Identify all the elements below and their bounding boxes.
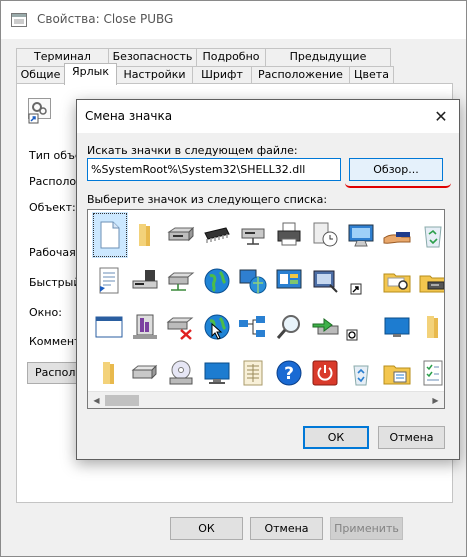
- folder-search-icon[interactable]: [380, 258, 416, 304]
- folder-small-icon[interactable]: [92, 350, 128, 396]
- network-drive-icon[interactable]: [236, 212, 272, 258]
- computer-icon[interactable]: [200, 350, 236, 396]
- browse-button[interactable]: Обзор...: [349, 158, 443, 181]
- shortcut-overlay-icon[interactable]: [308, 258, 344, 304]
- tab-previous-versions[interactable]: Предыдущие версии: [265, 48, 391, 79]
- shutdown-icon[interactable]: [308, 350, 344, 396]
- file-label: Искать значки в следующем файле:: [87, 144, 298, 157]
- console-app-icon: [11, 13, 27, 27]
- recycle-bin-icon[interactable]: [416, 212, 444, 258]
- tab-font[interactable]: Шрифт: [192, 66, 252, 84]
- change-icon-dialog: Смена значка ✕ Искать значки в следующем…: [76, 99, 460, 460]
- red-highlight-underline: [345, 183, 451, 188]
- network-hdd-icon[interactable]: [164, 258, 200, 304]
- floppy-drive-icon[interactable]: [164, 212, 200, 258]
- network-icon[interactable]: [236, 304, 272, 350]
- checklist-icon[interactable]: [416, 350, 444, 396]
- recycle-bin-small-icon[interactable]: [344, 350, 380, 396]
- properties-ok-button[interactable]: ОК: [170, 517, 243, 540]
- tab-colors[interactable]: Цвета: [349, 66, 394, 84]
- disconnected-drive-icon[interactable]: [164, 304, 200, 350]
- tab-details[interactable]: Подробно: [196, 48, 266, 66]
- comment-label: Коммент: [29, 335, 81, 348]
- network-clock-icon[interactable]: [308, 212, 344, 258]
- file-grid-icon[interactable]: [236, 350, 272, 396]
- icon-file-path-input[interactable]: %SystemRoot%\System32\SHELL32.dll: [87, 158, 341, 181]
- folder-open-icon[interactable]: [416, 304, 444, 350]
- cd-drive-icon[interactable]: [164, 350, 200, 396]
- tab-shortcut[interactable]: Ярлык: [64, 63, 117, 85]
- globe-cursor-icon[interactable]: [200, 304, 236, 350]
- tab-options[interactable]: Настройки: [116, 66, 193, 84]
- tab-security[interactable]: Безопасность: [108, 48, 197, 66]
- dialog-ok-button[interactable]: ОК: [303, 426, 369, 449]
- scroll-right-icon[interactable]: ▶: [427, 392, 444, 408]
- control-panel-icon[interactable]: [272, 258, 308, 304]
- tab-layout[interactable]: Расположение: [251, 66, 350, 84]
- properties-cancel-button[interactable]: Отмена: [250, 517, 323, 540]
- scroll-left-icon[interactable]: ◀: [88, 392, 105, 408]
- memory-chip-icon[interactable]: [200, 212, 236, 258]
- close-icon[interactable]: ✕: [423, 100, 459, 133]
- blank-screen-icon[interactable]: [380, 304, 416, 350]
- scrollbar-thumb[interactable]: [105, 395, 139, 406]
- printer-icon[interactable]: [272, 212, 308, 258]
- dialog-cancel-button[interactable]: Отмена: [378, 426, 445, 449]
- type-label: Тип объе: [29, 149, 82, 162]
- dialog-titlebar: Смена значка ✕: [77, 100, 459, 133]
- window-label: Окно:: [29, 306, 62, 319]
- search-magnifier-icon[interactable]: [272, 304, 308, 350]
- object-label: Объект:: [29, 201, 76, 214]
- blank-document-icon[interactable]: [92, 212, 128, 258]
- tab-general[interactable]: Общие: [16, 66, 65, 84]
- disk-drive-icon[interactable]: [416, 258, 444, 304]
- icon-list-label: Выберите значок из следующего списка:: [87, 193, 328, 206]
- folder-icon[interactable]: [128, 212, 164, 258]
- help-icon[interactable]: ?: [272, 350, 308, 396]
- shortcut-arrow-icon[interactable]: [344, 258, 380, 304]
- horizontal-scrollbar[interactable]: ◀ ▶: [88, 391, 444, 408]
- window-icon[interactable]: [92, 304, 128, 350]
- server-icon[interactable]: [128, 258, 164, 304]
- icon-list[interactable]: ? ◀ ▶: [87, 209, 445, 409]
- sticky-folder-icon[interactable]: [380, 350, 416, 396]
- properties-titlebar: Свойства: Close PUBG: [1, 1, 466, 39]
- svg-text:?: ?: [284, 364, 294, 384]
- hotkey-label: Быстрый: [29, 276, 81, 289]
- properties-title: Свойства: Close PUBG: [37, 12, 174, 26]
- display-icon[interactable]: [344, 212, 380, 258]
- hand-share-icon[interactable]: [380, 212, 416, 258]
- network-globe-icon[interactable]: [236, 258, 272, 304]
- hard-drive-icon[interactable]: [128, 350, 164, 396]
- shortcut-gears-icon: [28, 98, 51, 124]
- text-document-icon[interactable]: [92, 258, 128, 304]
- power-small-icon[interactable]: [344, 304, 380, 350]
- properties-apply-button[interactable]: Применить: [330, 517, 403, 540]
- defragmenter-icon[interactable]: [128, 304, 164, 350]
- export-arrow-icon[interactable]: [308, 304, 344, 350]
- globe-icon[interactable]: [200, 258, 236, 304]
- dialog-title: Смена значка: [85, 109, 173, 123]
